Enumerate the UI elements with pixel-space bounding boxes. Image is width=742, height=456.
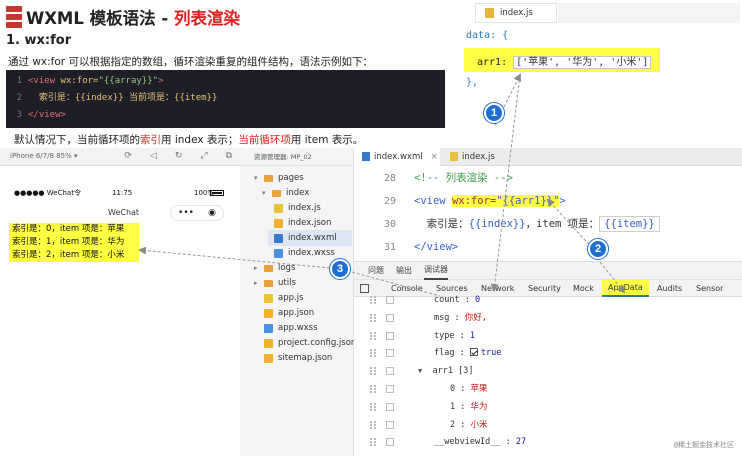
editor-line-31: 31 </view> <box>383 241 459 253</box>
tab-security[interactable]: Security <box>528 280 561 297</box>
tab-sensor[interactable]: Sensor <box>696 280 723 297</box>
tab-network[interactable]: Network <box>481 280 514 297</box>
tab-index-wxml[interactable]: index.wxml × <box>354 148 440 166</box>
json-file-icon <box>264 338 273 348</box>
more-icon[interactable]: ••• <box>178 206 194 220</box>
tree-file-sitemap[interactable]: sitemap.json <box>264 350 332 366</box>
tab-index-js[interactable]: index.js <box>442 148 522 166</box>
devtools-tab-bar: Console Sources Network Security Mock Ap… <box>354 280 742 297</box>
menu-capsule[interactable]: ••• ◉ <box>170 205 224 221</box>
list-item: 索引是：0，item 项是：苹果 <box>12 224 125 234</box>
tab-appdata[interactable]: AppData <box>602 280 649 297</box>
checkbox-checked-icon[interactable] <box>469 348 478 356</box>
phone-screen: ●●●●● WeChat令 11:75 100% WeChat ••• ◉ 索引… <box>0 185 232 455</box>
volume-icon[interactable]: ◁ <box>150 148 157 165</box>
tab-mock[interactable]: Mock <box>573 280 594 297</box>
tree-folder-pages[interactable]: ▾ pages <box>254 170 304 186</box>
editor-line-29: 29 <view wx:for="{{arr1}}"> <box>383 195 566 207</box>
editor-line-30: 30 索引是：{{index}}，item 项是： {{item}} <box>354 213 660 235</box>
slide-title: WXML 模板语法 - 列表渲染 <box>26 9 240 28</box>
wxss-file-icon <box>274 248 283 258</box>
code-editor[interactable]: 28 <!-- 列表渲染 --> 29 <view wx:for="{{arr1}}… <box>354 166 742 261</box>
section-heading: 1. wx:for <box>6 33 72 48</box>
js-file-icon <box>450 152 458 161</box>
folder-icon <box>264 174 273 182</box>
explorer-header: 资源管理器: MP_02 <box>240 148 354 166</box>
tree-file-index-wxss[interactable]: index.wxss <box>274 245 335 261</box>
simulator-toolbar: iPhone 6/7/8 85% ▾ ⟳ ◁ ↻ ⤢ ⧉ <box>0 148 240 166</box>
tree-file-app-json[interactable]: app.json <box>264 305 314 321</box>
nav-title: WeChat <box>108 208 140 217</box>
title-marker-icon <box>6 6 22 28</box>
folder-icon <box>272 189 281 197</box>
folder-icon <box>264 264 273 272</box>
appdata-panel: count : 0 msg : 你好, type : 1 flag : true… <box>354 295 742 456</box>
code-line-2: 2 索引是：{{index}} 当前项是：{{item}} <box>16 93 218 103</box>
tree-file-app-wxss[interactable]: app.wxss <box>264 320 318 336</box>
snippet-arr1-line: arr1: ['苹果', '华为', '小米'] <box>477 53 652 69</box>
device-selector[interactable]: iPhone 6/7/8 85% ▾ <box>10 152 77 160</box>
snippet-tab-index-js[interactable]: index.js <box>475 3 557 23</box>
close-icon[interactable]: × <box>431 152 438 162</box>
tree-file-index-wxml[interactable]: index.wxml <box>268 230 352 246</box>
json-file-icon <box>264 353 273 363</box>
editor-tab-bar: index.wxml × index.js <box>354 148 742 166</box>
rotate-icon[interactable]: ↻ <box>175 148 183 165</box>
bottom-panel-tabs: 问题 输出 调试器 <box>354 261 742 280</box>
wxml-file-icon <box>362 152 370 161</box>
snippet-tab-strip <box>558 3 740 23</box>
syntax-code-block: 1 <view wx:for="{{array}}"> 2 索引是：{{index… <box>6 70 445 128</box>
js-file-icon <box>274 203 283 213</box>
tab-console[interactable]: Console <box>391 280 423 297</box>
panel-tab-debugger[interactable]: 调试器 <box>424 262 448 280</box>
fullscreen-icon[interactable]: ⤢ <box>200 148 207 165</box>
snippet-data-close: }, <box>466 77 479 88</box>
snippet-data-open: data: { <box>466 30 509 41</box>
watermark: @稀土掘金技术社区 <box>673 441 734 449</box>
callout-badge-1: 1 <box>484 103 504 123</box>
code-line-3: 3 </view> <box>16 110 66 120</box>
tree-file-index-json[interactable]: index.json <box>274 215 331 231</box>
tree-folder-utils[interactable]: ▸ utils <box>254 275 296 291</box>
panel-tab-output[interactable]: 输出 <box>396 262 412 280</box>
rendered-list-output: 索引是：0，item 项是：苹果 索引是：1，item 项是：华为 索引是：2，… <box>9 223 139 262</box>
panel-tab-problems[interactable]: 问题 <box>368 262 384 280</box>
tree-folder-logs[interactable]: ▸ logs <box>254 260 295 276</box>
close-target-icon[interactable]: ◉ <box>208 206 216 220</box>
wxss-file-icon <box>264 323 273 333</box>
js-file-icon <box>264 293 273 303</box>
folder-icon <box>264 279 273 287</box>
refresh-icon[interactable]: ⟳ <box>124 148 132 165</box>
editor-line-28: 28 <!-- 列表渲染 --> <box>383 172 513 184</box>
expand-caret-icon[interactable]: ▼ <box>418 367 422 375</box>
phone-nav-bar: WeChat ••• ◉ <box>0 202 232 224</box>
tree-file-index-js[interactable]: index.js <box>274 200 321 216</box>
code-line-1: 1 <view wx:for="{{array}}"> <box>16 76 164 86</box>
tree-file-project-config[interactable]: project.config.json <box>264 335 356 351</box>
phone-status-bar: ●●●●● WeChat令 11:75 100% <box>0 185 232 201</box>
tree-file-app-js[interactable]: app.js <box>264 290 304 306</box>
inspect-element-icon[interactable] <box>360 284 369 293</box>
list-item: 索引是：2，item 项是：小米 <box>12 250 125 260</box>
callout-badge-2: 2 <box>588 239 608 259</box>
callout-badge-3: 3 <box>330 259 350 279</box>
popout-icon[interactable]: ⧉ <box>226 148 232 165</box>
battery-icon <box>210 190 224 196</box>
default-note: 默认情况下，当前循环项的索引用 index 表示；当前循环项用 item 表示。 <box>14 134 364 146</box>
wxml-file-icon <box>274 233 283 243</box>
js-file-icon <box>485 8 494 18</box>
tree-folder-index[interactable]: ▾ index <box>262 185 309 201</box>
status-time: 11:75 <box>112 189 133 197</box>
list-item: 索引是：1，item 项是：华为 <box>12 237 125 247</box>
description-text: 通过 wx:for 可以根据指定的数组，循环渲染重复的组件结构，语法示例如下： <box>8 56 373 68</box>
json-file-icon <box>264 308 273 318</box>
file-explorer: 资源管理器: MP_02 ▾ pages ▾ index index.js inde… <box>240 148 356 456</box>
json-file-icon <box>274 218 283 228</box>
tab-audits[interactable]: Audits <box>657 280 682 297</box>
